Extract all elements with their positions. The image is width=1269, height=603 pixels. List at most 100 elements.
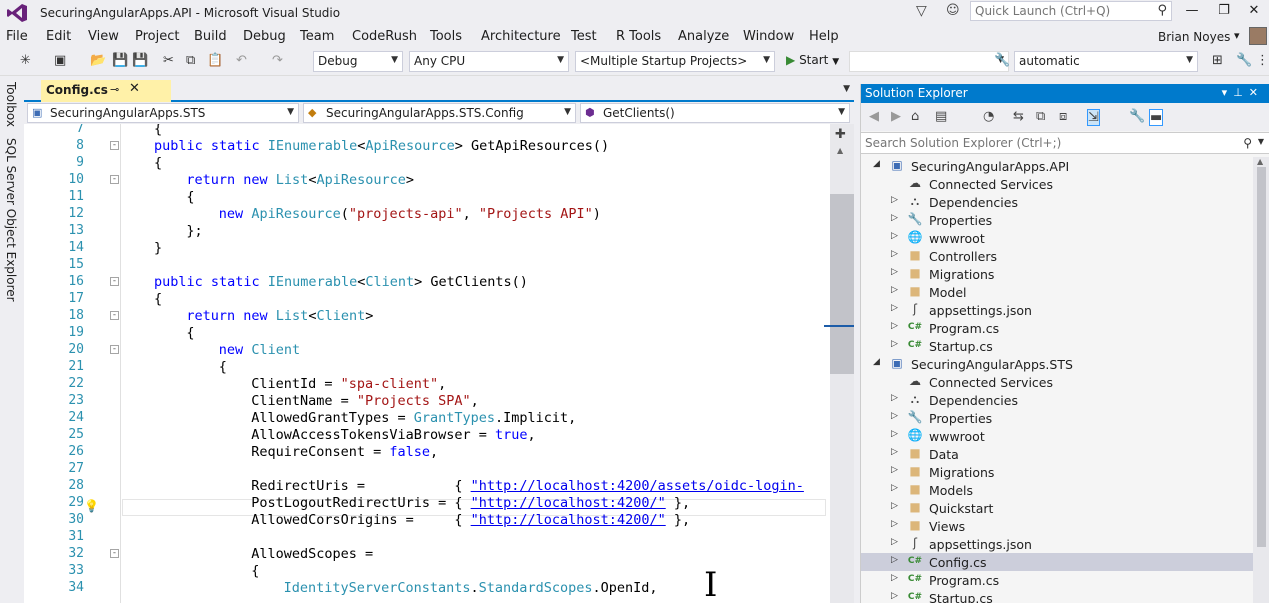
split-window-icon[interactable]: ✚	[835, 127, 846, 142]
collapsed-arrow-icon[interactable]: ▷	[891, 537, 901, 547]
toolbar-overflow-icon[interactable]: ⋮	[1256, 53, 1269, 68]
expanded-arrow-icon[interactable]: ◢	[873, 357, 883, 367]
user-name[interactable]: Brian Noyes	[1158, 30, 1230, 44]
collapsed-arrow-icon[interactable]: ▷	[891, 573, 901, 583]
collapsed-arrow-icon[interactable]: ▷	[891, 429, 901, 439]
tree-item[interactable]: ▷ 🔧 Properties	[861, 409, 1253, 427]
tree-item[interactable]: ▷ ■ Models	[861, 481, 1253, 499]
pending-changes-icon[interactable]: ◔	[983, 109, 994, 124]
tree-item[interactable]: ☁ Connected Services	[861, 373, 1253, 391]
scrollbar-thumb[interactable]	[830, 194, 854, 374]
tree-item[interactable]: ▷ ⛬ Dependencies	[861, 391, 1253, 409]
preview-toggle-icon[interactable]: ▬	[1149, 109, 1164, 126]
undo-icon[interactable]: ↶	[236, 53, 247, 68]
cut-icon[interactable]: ✂	[163, 53, 174, 68]
tree-item[interactable]: ▷ C# Program.cs	[861, 571, 1253, 589]
menu-r-tools[interactable]: R Tools	[616, 29, 661, 44]
menu-coderush[interactable]: CodeRush	[352, 29, 417, 44]
user-menu-caret-icon[interactable]: ▾	[1234, 29, 1240, 42]
target-select[interactable]: automatic ▼	[1014, 51, 1198, 72]
tree-item[interactable]: ▷ ʃ appsettings.json	[861, 535, 1253, 553]
editor-vertical-scrollbar[interactable]: ✚ ▲	[824, 124, 854, 603]
collapsed-arrow-icon[interactable]: ▷	[891, 231, 901, 241]
tools-icon[interactable]: 🔧	[994, 53, 1010, 68]
collapsed-arrow-icon[interactable]: ▷	[891, 465, 901, 475]
scrollbar-thumb[interactable]	[1257, 167, 1266, 547]
tree-item[interactable]: ◢ ▣ SecuringAngularApps.STS	[861, 355, 1253, 373]
show-all-files-icon[interactable]: ⧈	[1059, 109, 1067, 124]
sync-icon[interactable]: ⇆	[1013, 109, 1024, 124]
collapsed-arrow-icon[interactable]: ▷	[891, 195, 901, 205]
tree-item[interactable]: ▷ ■ Model	[861, 283, 1253, 301]
collapsed-arrow-icon[interactable]: ▷	[891, 519, 901, 529]
solution-explorer-scrollbar[interactable]: ▲	[1253, 157, 1269, 603]
scroll-up-icon[interactable]: ▲	[1257, 157, 1263, 166]
code-editor[interactable]: 7{8- public static IEnumerable<ApiResourc…	[24, 124, 830, 603]
home-icon[interactable]: ⌂	[911, 109, 919, 124]
tree-item[interactable]: ▷ ʃ appsettings.json	[861, 301, 1253, 319]
menu-project[interactable]: Project	[135, 29, 179, 44]
redo-icon[interactable]: ↷	[272, 53, 283, 68]
menu-window[interactable]: Window	[743, 29, 794, 44]
switch-views-icon[interactable]: ▤	[935, 109, 947, 124]
menu-build[interactable]: Build	[194, 29, 227, 44]
notifications-filter-icon[interactable]: ▽	[916, 3, 927, 19]
collapsed-arrow-icon[interactable]: ▷	[891, 321, 901, 331]
menu-help[interactable]: Help	[809, 29, 839, 44]
new-project-icon[interactable]: ✳	[20, 53, 31, 68]
menu-tools[interactable]: Tools	[430, 29, 462, 44]
sql-server-object-explorer-tab[interactable]: SQL Server Object Explorer	[4, 138, 18, 302]
toolbox-tab[interactable]: Toolbox	[4, 82, 18, 127]
collapsed-arrow-icon[interactable]: ▷	[891, 483, 901, 493]
tree-item[interactable]: ▷ C# Startup.cs	[861, 589, 1253, 603]
tree-item[interactable]: ▷ ■ Data	[861, 445, 1253, 463]
menu-team[interactable]: Team	[300, 29, 334, 44]
tree-item[interactable]: ▷ ■ Migrations	[861, 463, 1253, 481]
menu-debug[interactable]: Debug	[243, 29, 286, 44]
menu-test[interactable]: Test	[571, 29, 597, 44]
window-position-icon[interactable]: ▾	[1222, 86, 1234, 99]
menu-view[interactable]: View	[88, 29, 119, 44]
save-all-icon[interactable]: 💾	[132, 53, 148, 68]
collapsed-arrow-icon[interactable]: ▷	[891, 393, 901, 403]
solution-search-box[interactable]: ⚲ ▼	[861, 132, 1269, 154]
solution-platform-select[interactable]: Any CPU ▼	[409, 51, 569, 72]
window-layout-icon[interactable]: ⊞	[1212, 53, 1223, 68]
tree-item[interactable]: ▷ ■ Quickstart	[861, 499, 1253, 517]
collapsed-arrow-icon[interactable]: ▷	[891, 339, 901, 349]
project-navigation-select[interactable]: ▣ SecuringAngularApps.STS ▼	[27, 103, 299, 123]
search-icon[interactable]: ⚲	[1157, 3, 1167, 18]
collapsed-arrow-icon[interactable]: ▷	[891, 447, 901, 457]
tree-item[interactable]: ▷ C# Program.cs	[861, 319, 1253, 337]
collapse-toggle-icon[interactable]: -	[110, 277, 119, 286]
collapsed-arrow-icon[interactable]: ▷	[891, 213, 901, 223]
collapsed-arrow-icon[interactable]: ▷	[891, 555, 901, 565]
collapsed-arrow-icon[interactable]: ▷	[891, 303, 901, 313]
menu-architecture[interactable]: Architecture	[481, 29, 561, 44]
scroll-up-icon[interactable]: ▲	[837, 146, 843, 155]
solution-configuration-select[interactable]: Debug ▼	[313, 51, 403, 72]
close-button[interactable]: ✕	[1242, 3, 1266, 18]
startup-projects-select[interactable]: <Multiple Startup Projects> ▼	[575, 51, 775, 72]
tree-item[interactable]: ▷ ■ Views	[861, 517, 1253, 535]
code-token[interactable]: "http://localhost:4200/"	[471, 495, 666, 511]
menu-edit[interactable]: Edit	[46, 29, 71, 44]
tree-item[interactable]: ◢ ▣ SecuringAngularApps.API	[861, 157, 1253, 175]
collapsed-arrow-icon[interactable]: ▷	[891, 411, 901, 421]
tab-overflow-icon[interactable]: ▼	[843, 84, 850, 94]
collapsed-arrow-icon[interactable]: ▷	[891, 267, 901, 277]
open-folder-icon[interactable]: 📂	[90, 53, 106, 68]
collapse-toggle-icon[interactable]: -	[110, 175, 119, 184]
solution-search-input[interactable]	[861, 133, 1231, 153]
save-icon[interactable]: 💾	[112, 53, 128, 68]
forward-icon[interactable]: ▶	[891, 109, 901, 124]
preview-selected-icon[interactable]: ⇲	[1087, 109, 1100, 126]
tree-item[interactable]: ☁ Connected Services	[861, 175, 1253, 193]
avatar[interactable]	[1249, 27, 1267, 45]
properties-icon[interactable]: 🔧	[1129, 109, 1145, 124]
collapse-toggle-icon[interactable]: -	[110, 141, 119, 150]
collapsed-arrow-icon[interactable]: ▷	[891, 285, 901, 295]
tree-item[interactable]: ▷ 🌐 wwwroot	[861, 229, 1253, 247]
quick-launch-input[interactable]	[971, 2, 1146, 20]
tree-item[interactable]: ▷ ■ Migrations	[861, 265, 1253, 283]
